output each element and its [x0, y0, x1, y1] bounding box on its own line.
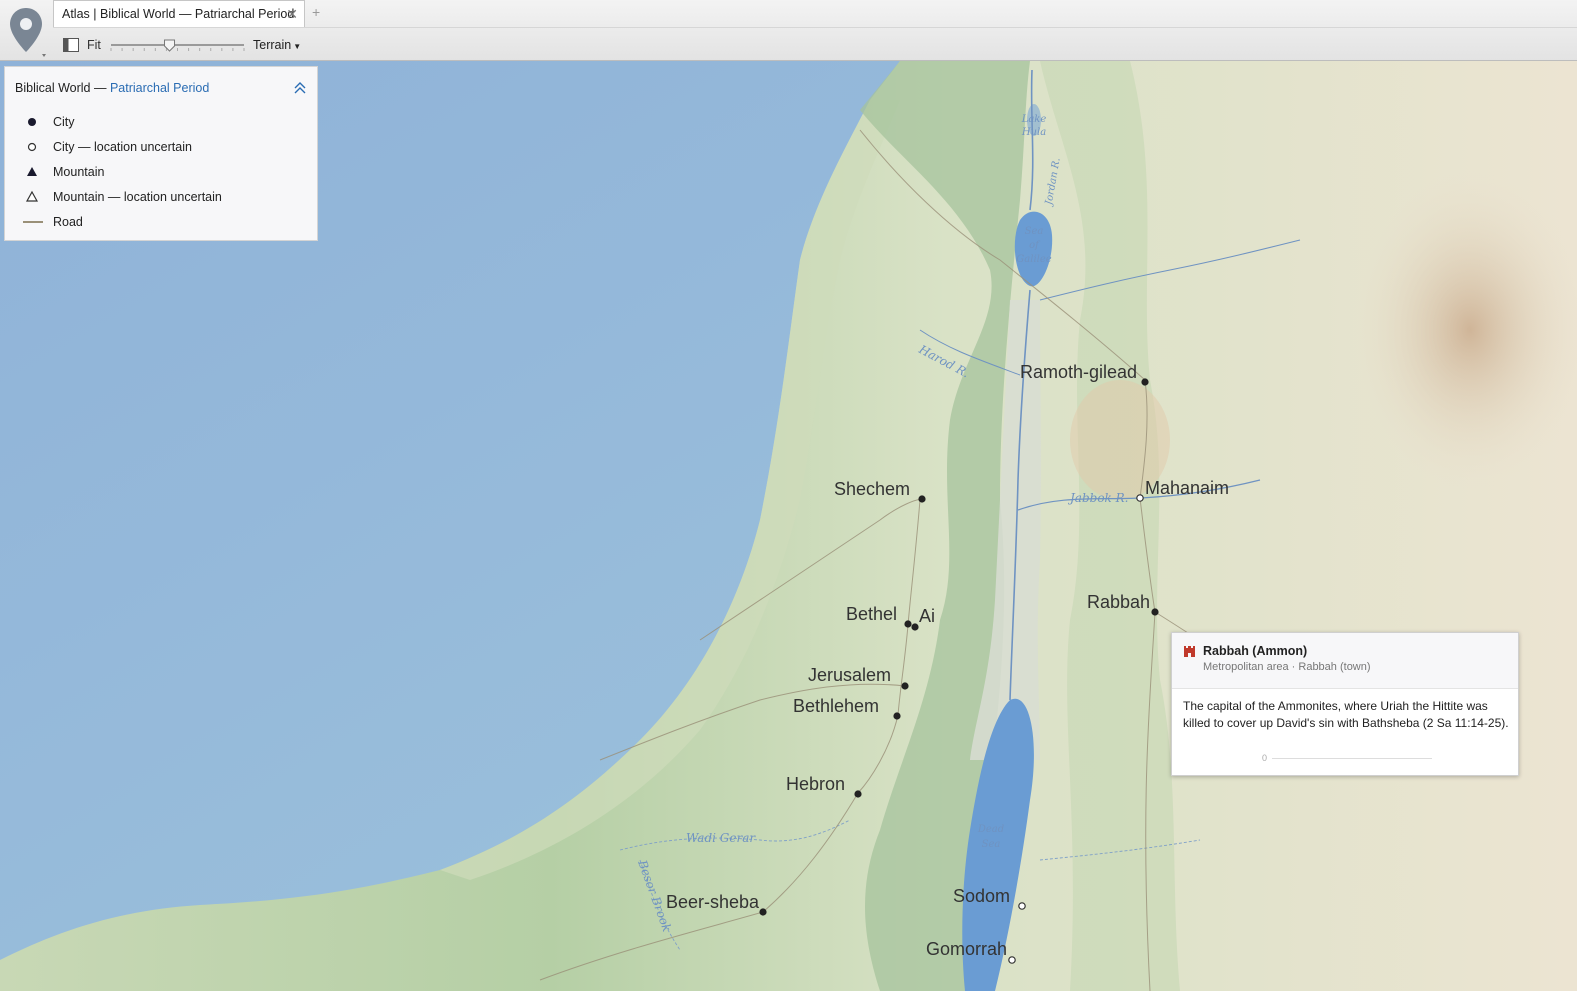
city-label: Bethlehem: [793, 696, 879, 716]
layer-label: Terrain: [253, 38, 292, 52]
open-triangle-icon: [25, 190, 39, 202]
panel-toggle-icon[interactable]: [63, 38, 79, 52]
popup-subtitle: Metropolitan area · Rabbah (town): [1203, 661, 1371, 673]
castle-icon: [1184, 646, 1195, 657]
popup-description: The capital of the Ammonites, where Uria…: [1183, 699, 1509, 730]
top-bar: Atlas | Biblical World — Patriarchal Per…: [0, 0, 1577, 61]
popup-scale-zero: 0: [1262, 753, 1268, 763]
tab-atlas[interactable]: Atlas | Biblical World — Patriarchal Per…: [53, 0, 305, 27]
city-label: Sodom: [953, 886, 1010, 906]
legend-period-link[interactable]: Patriarchal Period: [110, 81, 209, 95]
jabbok-label: Jabbok R.: [1067, 491, 1129, 505]
dead-sea-label-1: Dead: [977, 824, 1004, 835]
city-label: Bethel: [846, 604, 897, 624]
dead-sea-label-2: Sea: [982, 839, 1001, 850]
city-marker-uncertain[interactable]: [1008, 956, 1016, 964]
city-marker[interactable]: [904, 620, 912, 628]
popup-scale-line: [1272, 758, 1432, 759]
toolbar: Fit Terrain ▼: [53, 27, 1577, 61]
city-marker-uncertain[interactable]: [1136, 494, 1144, 502]
city-marker[interactable]: [911, 623, 919, 631]
city-label: Jerusalem: [808, 665, 891, 685]
road-line-icon: [23, 221, 43, 223]
city-label: Hebron: [786, 774, 845, 794]
filled-circle-icon: [28, 118, 36, 126]
lake-hula-label-2: Hula: [1021, 127, 1046, 138]
chevron-up-double-icon[interactable]: [293, 81, 307, 95]
plus-icon[interactable]: +: [312, 4, 320, 20]
legend-item-road: Road: [53, 215, 83, 229]
city-label: Rabbah: [1087, 592, 1150, 612]
city-marker[interactable]: [1141, 378, 1149, 386]
city-marker[interactable]: [901, 682, 909, 690]
city-marker[interactable]: [854, 790, 862, 798]
city-label: Ramoth-gilead: [1020, 362, 1137, 382]
lake-hula-label-1: Lake: [1021, 114, 1047, 125]
place-popup: Rabbah (Ammon) Metropolitan area · Rabba…: [1171, 632, 1519, 776]
galilee-label-1: Sea: [1025, 226, 1044, 237]
map-pin-icon[interactable]: [6, 6, 46, 58]
wadi-gerar-label: Wadi Gerar: [686, 831, 756, 845]
legend-panel: Biblical World — Patriarchal Period City…: [4, 66, 318, 241]
city-marker[interactable]: [1151, 608, 1159, 616]
fit-button[interactable]: Fit: [87, 38, 101, 52]
galilee-label-3: Galilee: [1016, 254, 1051, 265]
city-marker[interactable]: [759, 908, 767, 916]
city-label: Mahanaim: [1145, 478, 1229, 498]
city-label: Gomorrah: [926, 939, 1007, 959]
city-label: Shechem: [834, 479, 910, 499]
chevron-down-icon: ▼: [293, 42, 302, 51]
legend-item-mountain-uncertain: Mountain — location uncertain: [53, 190, 222, 204]
city-label: Ai: [919, 606, 935, 626]
popup-header: Rabbah (Ammon) Metropolitan area · Rabba…: [1172, 633, 1518, 689]
city-marker[interactable]: [893, 712, 901, 720]
zoom-slider[interactable]: [109, 37, 246, 53]
city-marker[interactable]: [918, 495, 926, 503]
legend-title-prefix: Biblical World —: [15, 81, 110, 95]
city-mahanaim[interactable]: Mahanaim: [1136, 478, 1229, 502]
close-icon[interactable]: ✕: [286, 1, 298, 27]
city-label: Beer-sheba: [666, 892, 760, 912]
legend-title: Biblical World — Patriarchal Period: [15, 81, 209, 95]
city-marker-uncertain[interactable]: [1018, 902, 1026, 910]
tab-title: Atlas | Biblical World — Patriarchal Per…: [62, 7, 295, 21]
open-circle-icon: [27, 142, 37, 152]
filled-triangle-icon: [27, 167, 37, 176]
popup-title: Rabbah (Ammon): [1203, 644, 1308, 658]
layer-dropdown[interactable]: Terrain ▼: [253, 38, 301, 52]
legend-item-city-uncertain: City — location uncertain: [53, 140, 192, 154]
legend-item-city: City: [53, 115, 75, 129]
legend-item-mountain: Mountain: [53, 165, 105, 179]
